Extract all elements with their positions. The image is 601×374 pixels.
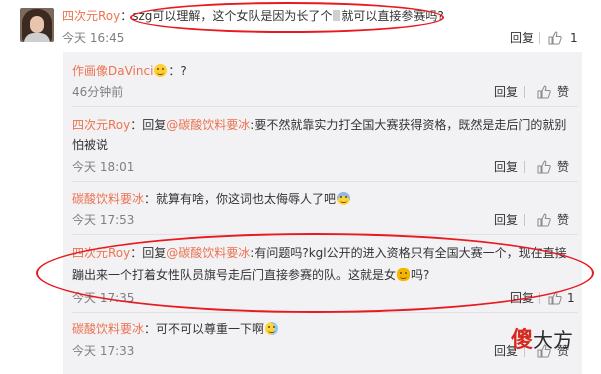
mention-link[interactable]: @碳酸饮料要冰 xyxy=(166,118,250,132)
reply-item: 作画像DaVinci：? xyxy=(72,64,187,78)
action-divider xyxy=(539,32,540,44)
action-divider xyxy=(524,86,525,98)
surprised-emoji-icon xyxy=(154,64,168,77)
reply-time: 今天 18:01 xyxy=(72,160,135,174)
thumbs-up-icon[interactable] xyxy=(548,31,562,45)
reply-item: 四次元Roy：回复@碳酸饮料要冰:要不然就靠实力打全国大赛获得资格，既然是走后门… xyxy=(72,118,567,132)
divider xyxy=(72,106,578,107)
like-button[interactable]: 赞 xyxy=(557,159,569,175)
comment-time: 今天 16:45 xyxy=(62,31,125,45)
reply-time: 今天 17:53 xyxy=(72,213,135,227)
reply-button[interactable]: 回复 xyxy=(510,30,534,46)
crying-emoji-icon xyxy=(265,322,279,335)
divider xyxy=(72,181,578,182)
thumbs-up-icon[interactable] xyxy=(537,85,551,99)
reply-button[interactable]: 回复 xyxy=(494,212,518,228)
thumbs-up-icon[interactable] xyxy=(537,160,551,174)
reply-button[interactable]: 回复 xyxy=(494,84,518,100)
reply-button[interactable]: 回复 xyxy=(494,159,518,175)
like-count: 1 xyxy=(567,291,575,305)
reply-time: 46分钟前 xyxy=(72,85,124,99)
action-divider xyxy=(524,161,525,173)
avatar[interactable] xyxy=(20,8,54,42)
username-link[interactable]: 四次元Roy xyxy=(72,118,130,132)
reply-time: 今天 17:33 xyxy=(72,344,135,358)
like-button[interactable]: 赞 xyxy=(557,212,569,228)
action-divider xyxy=(524,214,525,226)
sweat-emoji-icon xyxy=(337,192,351,205)
username-link[interactable]: 四次元Roy xyxy=(62,9,120,23)
thumbs-up-icon[interactable] xyxy=(537,213,551,227)
reply-text-continued: 怕被说 xyxy=(72,138,109,152)
annotation-ellipse xyxy=(36,233,594,313)
like-button[interactable]: 赞 xyxy=(557,84,569,100)
username-link[interactable]: 碳酸饮料要冰 xyxy=(72,322,144,336)
reply-item: 碳酸饮料要冰：可不可以尊重一下啊 xyxy=(72,321,279,337)
username-link[interactable]: 作画像DaVinci xyxy=(72,64,153,78)
reply-item: 碳酸饮料要冰：就算有啥，你这词也太侮辱人了吧 xyxy=(72,191,351,207)
username-link[interactable]: 碳酸饮料要冰 xyxy=(72,192,144,206)
watermark-logo: 傻大方 xyxy=(511,327,574,353)
like-count: 1 xyxy=(570,31,578,45)
annotation-ellipse xyxy=(130,2,444,33)
